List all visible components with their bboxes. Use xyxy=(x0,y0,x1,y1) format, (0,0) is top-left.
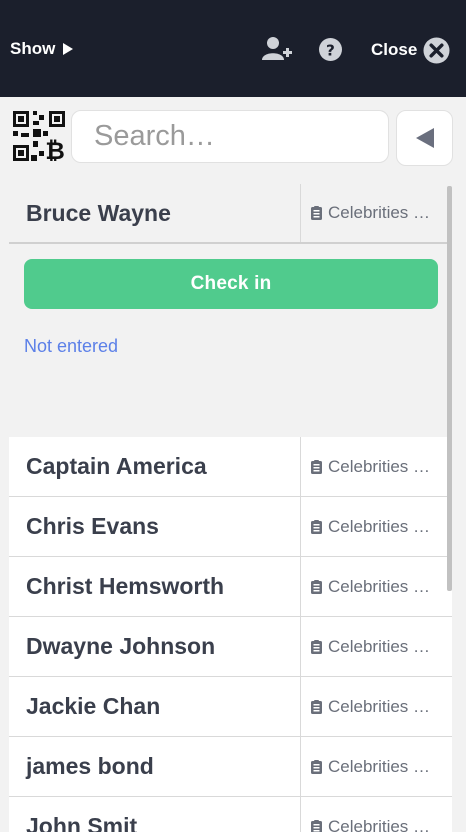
category-label: Celebrities … xyxy=(328,576,431,596)
category-label: Celebrities … xyxy=(328,456,431,476)
clipboard-icon xyxy=(311,519,322,534)
guest-name: Captain America xyxy=(9,437,301,496)
guest-category: Celebrities … xyxy=(301,497,452,556)
clipboard-icon xyxy=(311,579,322,594)
guest-name: Dwayne Johnson xyxy=(9,617,301,676)
guest-row[interactable]: Christ Hemsworth Celebrities … xyxy=(9,557,452,617)
category-label: Celebrities … xyxy=(328,203,431,222)
guest-row[interactable]: John Smit Celebrities … xyxy=(9,797,452,832)
guest-category: Celebrities … xyxy=(301,184,452,242)
category-label: Celebrities … xyxy=(328,816,431,832)
svg-text:?: ? xyxy=(326,41,335,59)
top-bar: Show ? Close xyxy=(0,0,466,97)
scrollbar[interactable] xyxy=(447,186,452,591)
close-circle-icon xyxy=(423,36,450,64)
question-circle-icon[interactable]: ? xyxy=(319,38,342,61)
clipboard-icon xyxy=(311,459,322,474)
guest-category: Celebrities … xyxy=(301,617,452,676)
guest-category: Celebrities … xyxy=(301,737,452,796)
guest-category: Celebrities … xyxy=(301,557,452,616)
guest-detail-panel: Check in Not entered xyxy=(9,244,452,437)
search-bar: ₿ xyxy=(0,97,466,184)
category-label: Celebrities … xyxy=(328,636,431,656)
entry-status: Not entered xyxy=(24,336,119,356)
clipboard-icon xyxy=(311,206,322,220)
guest-row-selected[interactable]: Bruce Wayne Celebrities … xyxy=(9,184,452,244)
guest-name: james bond xyxy=(9,737,301,796)
guest-row[interactable]: Dwayne Johnson Celebrities … xyxy=(9,617,452,677)
guest-list: Bruce Wayne Celebrities … Check in Not e… xyxy=(9,184,452,832)
guest-category: Celebrities … xyxy=(301,677,452,736)
clipboard-icon xyxy=(311,819,322,832)
qr-scan-icon[interactable]: ₿ xyxy=(13,111,66,161)
guest-name: Christ Hemsworth xyxy=(9,557,301,616)
svg-text:₿: ₿ xyxy=(45,137,65,161)
guest-name: John Smit xyxy=(9,797,301,832)
guest-row[interactable]: Chris Evans Celebrities … xyxy=(9,497,452,557)
category-label: Celebrities … xyxy=(328,756,431,776)
collapse-panel-button[interactable] xyxy=(396,110,453,166)
category-label: Celebrities … xyxy=(328,696,431,716)
clipboard-icon xyxy=(311,759,322,774)
guest-category: Celebrities … xyxy=(301,437,452,496)
guest-row[interactable]: Captain America Celebrities … xyxy=(9,437,452,497)
show-label: Show xyxy=(10,39,56,58)
guest-row[interactable]: Jackie Chan Celebrities … xyxy=(9,677,452,737)
close-button[interactable]: Close xyxy=(371,36,450,64)
add-user-icon[interactable] xyxy=(262,36,292,62)
show-button[interactable]: Show xyxy=(10,38,74,60)
triangle-left-icon xyxy=(415,128,434,148)
close-label: Close xyxy=(371,40,418,59)
guest-category: Celebrities … xyxy=(301,797,452,832)
play-triangle-icon xyxy=(63,43,74,55)
guest-row[interactable]: james bond Celebrities … xyxy=(9,737,452,797)
clipboard-icon xyxy=(311,699,322,714)
clipboard-icon xyxy=(311,639,322,654)
search-input[interactable] xyxy=(71,110,389,163)
check-in-button[interactable]: Check in xyxy=(24,259,438,309)
category-label: Celebrities … xyxy=(328,516,431,536)
guest-name: Chris Evans xyxy=(9,497,301,556)
guest-name: Bruce Wayne xyxy=(9,184,301,242)
guest-name: Jackie Chan xyxy=(9,677,301,736)
